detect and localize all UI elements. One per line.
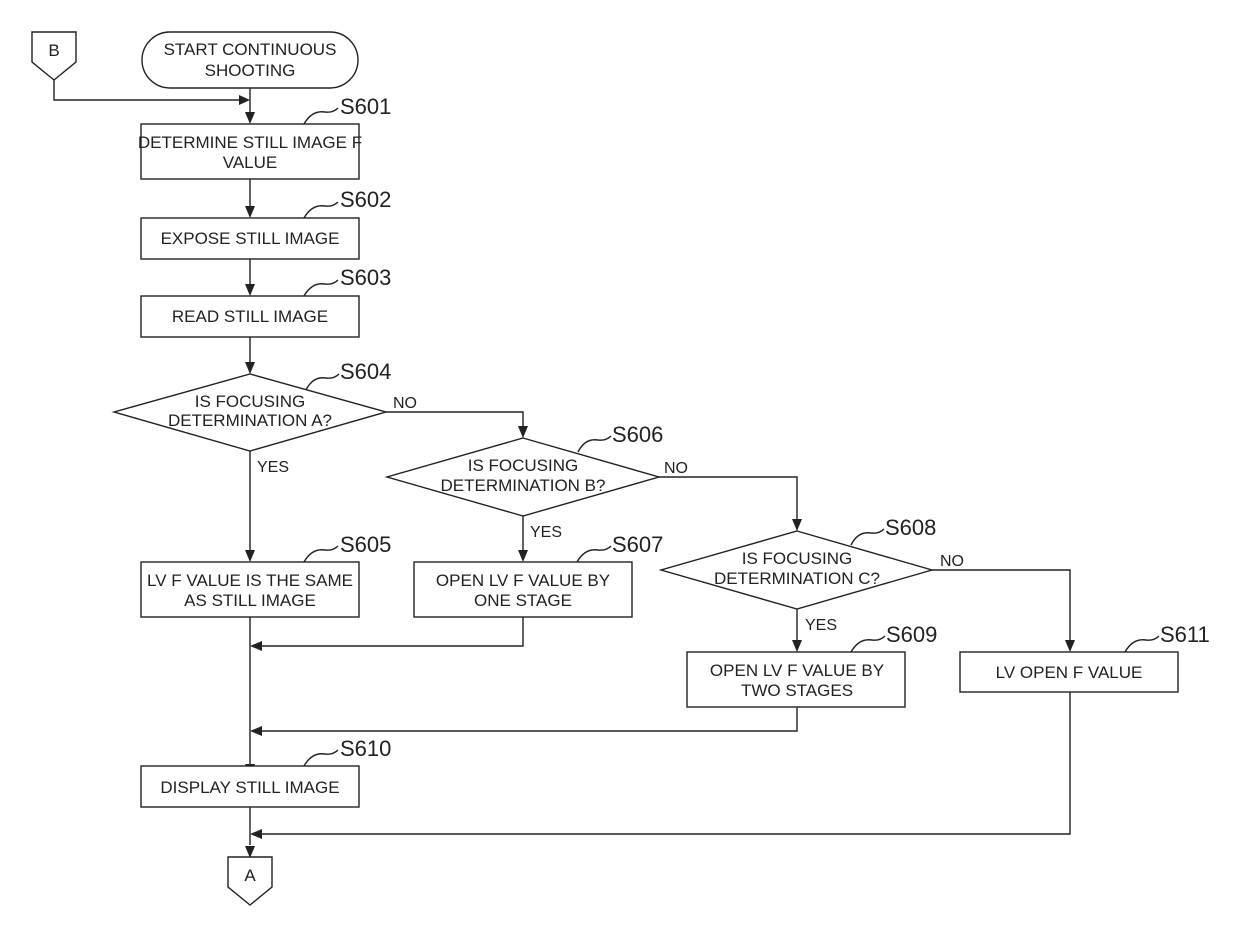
edge-s611-merge: [262, 692, 1071, 835]
s607-line1: OPEN LV F VALUE BY: [436, 571, 610, 590]
s602-line1: EXPOSE STILL IMAGE: [161, 229, 340, 248]
arrowhead: [792, 640, 802, 652]
s606-no-label: NO: [664, 460, 688, 477]
s606-id: S606: [612, 422, 663, 447]
s602-id: S602: [340, 187, 391, 212]
arrowhead: [250, 829, 262, 839]
connector-b: B: [31, 31, 77, 81]
s610-id: S610: [340, 736, 391, 761]
s609-line2: TWO STAGES: [741, 681, 853, 700]
leader-line: [576, 545, 612, 563]
arrowhead: [1065, 640, 1075, 652]
s604-line2: DETERMINATION A?: [168, 411, 332, 430]
arrowhead: [245, 284, 255, 296]
step-s609: OPEN LV F VALUE BY TWO STAGES S609: [686, 622, 937, 708]
decision-s604: IS FOCUSING DETERMINATION A? S604: [111, 359, 391, 452]
s608-no-label: NO: [940, 553, 964, 570]
leader-line: [303, 201, 339, 219]
step-s607: OPEN LV F VALUE BY ONE STAGE S607: [413, 532, 663, 618]
s608-id: S608: [885, 515, 936, 540]
step-s611: LV OPEN F VALUE S611: [959, 622, 1210, 693]
s611-line1: LV OPEN F VALUE: [996, 663, 1143, 682]
decision-s606: IS FOCUSING DETERMINATION B? S606: [384, 422, 663, 517]
s604-line1: IS FOCUSING: [195, 392, 306, 411]
leader-line: [577, 435, 612, 453]
connector-b-label: B: [48, 41, 59, 60]
edge-s609-merge: [262, 707, 798, 732]
edge-s608-no-to-s611: [932, 569, 1071, 640]
s608-line1: IS FOCUSING: [742, 549, 853, 568]
connector-a-label: A: [244, 866, 256, 885]
s605-line1: LV F VALUE IS THE SAME: [147, 571, 353, 590]
leader-line: [850, 635, 886, 653]
s607-id: S607: [612, 532, 663, 557]
s604-yes-label: YES: [257, 459, 289, 476]
s604-id: S604: [340, 359, 391, 384]
flowchart: B START CONTINUOUS SHOOTING DETERMINE ST…: [31, 31, 1210, 906]
step-s601: DETERMINE STILL IMAGE F VALUE S601: [138, 94, 391, 180]
s603-line1: READ STILL IMAGE: [172, 307, 328, 326]
leader-line: [303, 107, 339, 125]
s605-line2: AS STILL IMAGE: [184, 591, 316, 610]
s609-id: S609: [886, 622, 937, 647]
leader-line: [303, 279, 339, 297]
step-s610: DISPLAY STILL IMAGE S610: [140, 736, 391, 808]
s608-line2: DETERMINATION C?: [714, 569, 880, 588]
arrowhead: [245, 206, 255, 218]
leader-line: [303, 545, 339, 563]
edge-s606-no-to-s608: [659, 476, 798, 519]
leader-line: [305, 373, 340, 391]
s609-line1: OPEN LV F VALUE BY: [710, 661, 884, 680]
step-s602: EXPOSE STILL IMAGE S602: [140, 187, 391, 260]
s610-line1: DISPLAY STILL IMAGE: [160, 778, 339, 797]
s601-id: S601: [340, 94, 391, 119]
s606-yes-label: YES: [530, 524, 562, 541]
step-s605: LV F VALUE IS THE SAME AS STILL IMAGE S6…: [140, 532, 391, 618]
arrowhead: [245, 550, 255, 562]
arrowhead: [250, 641, 262, 651]
arrowhead: [239, 95, 250, 105]
s606-line1: IS FOCUSING: [468, 456, 579, 475]
s606-line2: DETERMINATION B?: [441, 476, 606, 495]
step-s603: READ STILL IMAGE S603: [140, 265, 391, 338]
arrowhead: [518, 426, 528, 438]
decision-s608: IS FOCUSING DETERMINATION C? S608: [658, 515, 936, 610]
connector-a: A: [227, 856, 273, 906]
arrowhead: [245, 846, 255, 858]
edge-s604-no-to-s606: [386, 411, 524, 426]
arrowhead: [518, 550, 528, 562]
s601-line1: DETERMINE STILL IMAGE F: [138, 133, 362, 152]
start-line2: SHOOTING: [205, 61, 296, 80]
arrowhead: [250, 726, 262, 736]
s607-line2: ONE STAGE: [474, 591, 572, 610]
leader-line: [1124, 635, 1160, 653]
s605-id: S605: [340, 532, 391, 557]
s601-line2: VALUE: [223, 153, 278, 172]
leader-line: [850, 528, 885, 546]
arrowhead: [245, 362, 255, 374]
start-line1: START CONTINUOUS: [164, 40, 337, 59]
edge-s607-merge: [262, 617, 524, 647]
s604-no-label: NO: [393, 395, 417, 412]
arrowhead: [245, 112, 255, 124]
leader-line: [303, 749, 339, 767]
s608-yes-label: YES: [805, 617, 837, 634]
s611-id: S611: [1160, 622, 1210, 647]
start-terminator: START CONTINUOUS SHOOTING: [141, 31, 359, 89]
s603-id: S603: [340, 265, 391, 290]
arrowhead: [792, 519, 802, 531]
